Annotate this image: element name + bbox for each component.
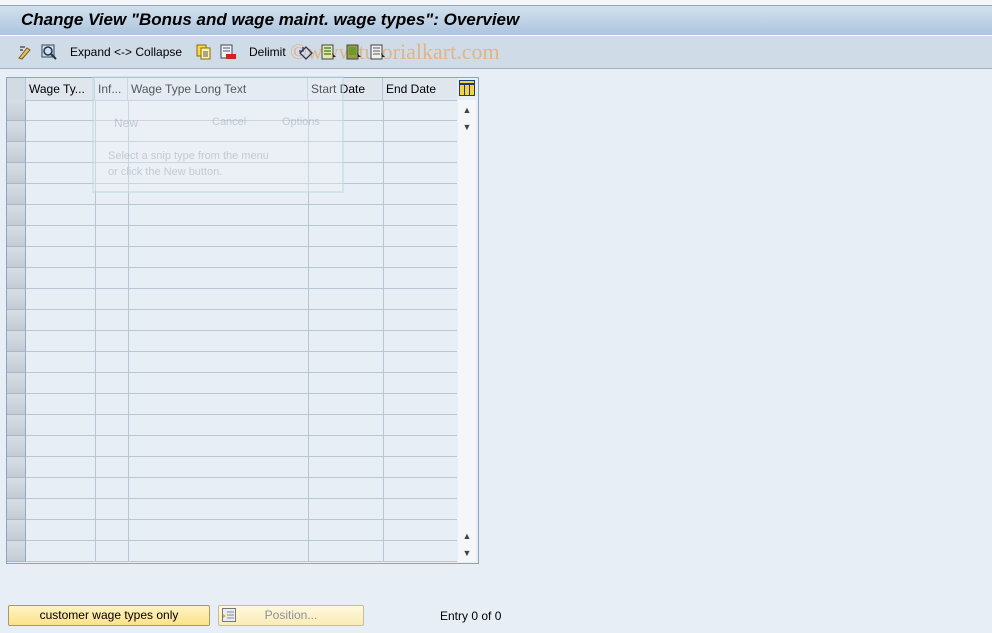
select-block-icon[interactable] [346,44,362,60]
table-row [26,330,457,331]
customer-wage-types-only-button[interactable]: customer wage types only [8,605,210,626]
row-selector[interactable] [7,205,26,226]
scroll-page-down-icon[interactable]: ▼ [458,545,476,561]
table-row [26,162,457,163]
column-divider [95,100,96,562]
row-selector[interactable] [7,436,26,457]
row-selector[interactable] [7,184,26,205]
column-divider [128,100,129,562]
position-button[interactable]: Position... [218,605,364,626]
table-control: Wage Ty... Inf... Wage Type Long Text St… [6,77,479,564]
entry-counter: Entry 0 of 0 [440,609,502,623]
delete-icon[interactable] [220,44,236,60]
title-bar: Change View "Bonus and wage maint. wage … [0,6,992,36]
scroll-page-up-icon[interactable]: ▲ [458,528,476,544]
page-title: Change View "Bonus and wage maint. wage … [21,10,520,29]
table-row [26,183,457,184]
column-header-long-text[interactable]: Wage Type Long Text [128,78,308,100]
column-divider [383,100,384,562]
row-selector[interactable] [7,331,26,352]
column-header-info[interactable]: Inf... [95,78,128,100]
table-row [26,351,457,352]
row-selector[interactable] [7,247,26,268]
row-selector[interactable] [7,226,26,247]
table-row [26,540,457,541]
row-selector[interactable] [7,394,26,415]
row-selector[interactable] [7,268,26,289]
table-row [26,435,457,436]
select-all-rows-button[interactable] [7,78,26,100]
table-row [26,267,457,268]
column-header-start-date[interactable]: Start Date [308,78,383,100]
table-row [26,498,457,499]
table-row [26,456,457,457]
row-selector[interactable] [7,499,26,520]
row-selector[interactable] [7,478,26,499]
select-all-icon[interactable] [321,44,337,60]
position-icon [222,608,236,628]
scroll-up-icon[interactable]: ▲ [458,102,476,118]
deselect-all-icon[interactable] [370,44,386,60]
column-header-wage-type[interactable]: Wage Ty... [26,78,95,100]
expand-collapse-button[interactable]: Expand <-> Collapse [70,45,182,59]
delimit-button[interactable]: Delimit [249,45,286,59]
find-icon[interactable] [40,44,58,60]
scroll-down-icon[interactable]: ▼ [458,119,476,135]
row-selector[interactable] [7,163,26,184]
table-row [26,225,457,226]
row-selector[interactable] [7,142,26,163]
application-toolbar: Expand <-> Collapse Delimit ©www.tutoria… [0,36,992,69]
row-selector[interactable] [7,352,26,373]
row-selector[interactable] [7,457,26,478]
table-row [26,561,457,562]
row-selector[interactable] [7,541,26,562]
table-row [26,309,457,310]
table-row [26,204,457,205]
table-header: Wage Ty... Inf... Wage Type Long Text St… [7,78,457,101]
row-selector[interactable] [7,121,26,142]
table-row [26,393,457,394]
row-selector[interactable] [7,415,26,436]
table-row [26,414,457,415]
table-settings-icon[interactable] [459,80,475,96]
undo-change-icon[interactable] [298,44,314,60]
display-change-icon[interactable] [16,44,34,60]
row-selector[interactable] [7,310,26,331]
table-row [26,477,457,478]
table-row [26,141,457,142]
column-divider [308,100,309,562]
vertical-scrollbar[interactable]: ▲ ▼ ▲ ▼ [458,100,476,562]
position-button-label: Position... [264,608,318,622]
copy-as-icon[interactable] [196,44,212,60]
table-row [26,120,457,121]
row-selector[interactable] [7,100,26,121]
row-selector[interactable] [7,520,26,541]
table-row [26,519,457,520]
table-row [26,372,457,373]
table-row [26,288,457,289]
row-selector[interactable] [7,289,26,310]
table-row [26,246,457,247]
column-header-end-date[interactable]: End Date [383,78,457,100]
row-selector[interactable] [7,373,26,394]
